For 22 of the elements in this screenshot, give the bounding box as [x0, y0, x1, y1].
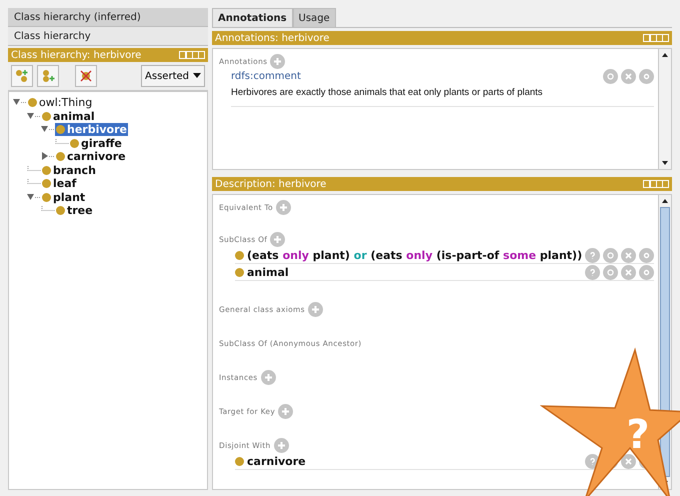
hierarchy-mode-dropdown[interactable]: Asserted: [141, 65, 205, 87]
class-tree-item[interactable]: carnivore: [55, 150, 127, 164]
class-tree-item[interactable]: owl:Thing: [27, 96, 94, 110]
class-tree-item[interactable]: herbivore: [55, 123, 128, 136]
class-tree-item[interactable]: plant: [41, 190, 86, 204]
class-tree-item[interactable]: animal: [41, 110, 96, 123]
annotation-value: Herbivores are exactly those animals that eat only plants or parts of plants: [231, 87, 544, 98]
class-tree-item[interactable]: branch: [41, 164, 97, 177]
view-title: Class hierarchy: herbivore: [11, 50, 142, 60]
view-title: Description: herbivore: [215, 178, 326, 190]
annotation-property[interactable]: rdfs:comment: [231, 71, 600, 82]
view-title: Annotations: herbivore: [215, 32, 330, 44]
class-tree-item[interactable]: tree: [55, 204, 94, 218]
class-tree-item[interactable]: giraffe: [69, 136, 123, 150]
class-expression: animal: [247, 266, 290, 278]
view-tab[interactable]: Annotations: [212, 8, 293, 27]
view-tab[interactable]: Class hierarchy (inferred): [8, 8, 208, 27]
class-expression: (eats only plant) or (eats only (is-part-of some plant)): [247, 248, 582, 262]
class-expression: carnivore: [247, 454, 307, 468]
view-tab[interactable]: Usage: [292, 8, 336, 27]
view-tab[interactable]: Class hierarchy: [8, 27, 208, 46]
class-tree-item[interactable]: leaf: [41, 177, 78, 190]
